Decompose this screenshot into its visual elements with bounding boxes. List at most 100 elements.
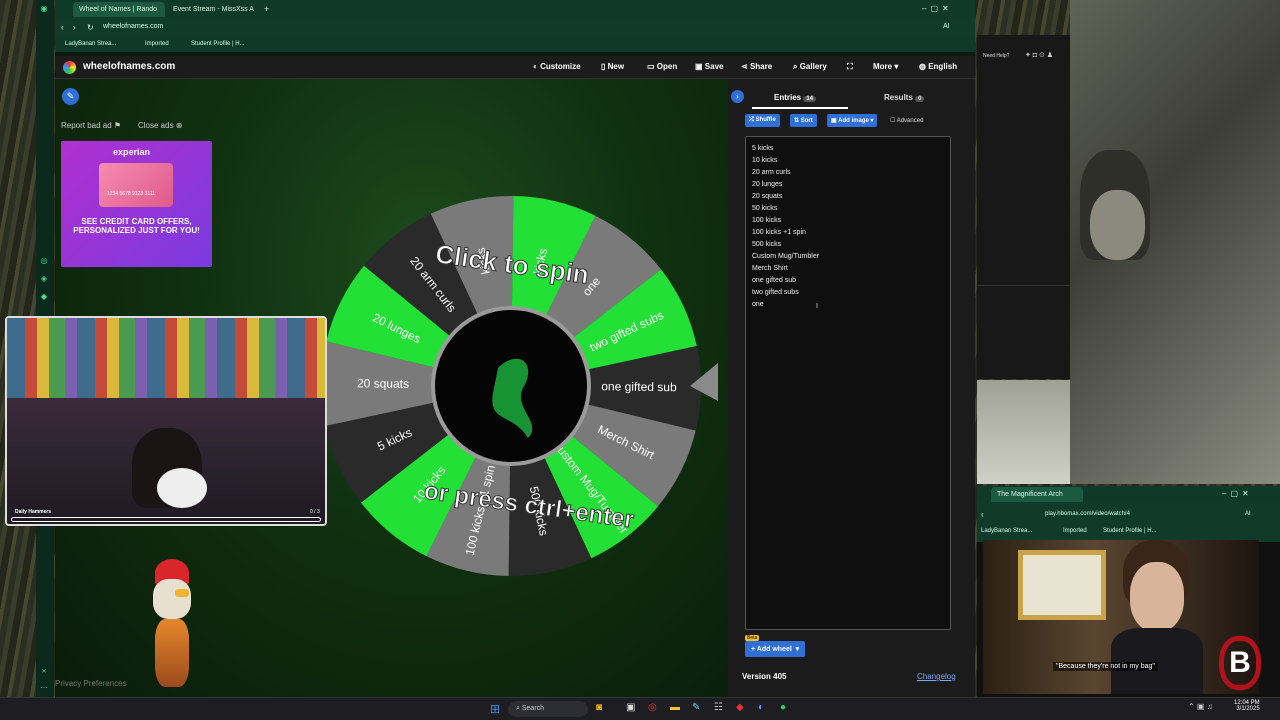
window-controls[interactable]: –▢✕ — [1222, 489, 1253, 498]
add-wheel-button[interactable]: + Add wheel ▾ — [745, 641, 806, 657]
add-image-button[interactable]: ▣ Add image ▾ — [827, 114, 878, 127]
chat-app-icon[interactable]: ◐ — [758, 702, 764, 713]
ai-button[interactable]: AI — [943, 23, 950, 30]
site-logo[interactable]: wheelofnames.com — [83, 61, 175, 72]
hbo-url-field[interactable]: play.hbomax.com/video/watch/4 — [1045, 511, 1130, 517]
actor-suit-image — [1111, 628, 1203, 694]
folder-icon[interactable]: ▬ — [670, 702, 680, 713]
spin-wheel[interactable]: kicks kicksonetwo gifted subsone gifted s… — [318, 183, 723, 588]
rooster-image — [145, 559, 205, 687]
entry-line[interactable]: Custom Mug/Tumbler — [752, 253, 819, 260]
webcam-overlay: Daily Hammers 0 / 3 — [5, 316, 327, 526]
window-controls[interactable]: –▢✕ — [919, 2, 969, 17]
open-button[interactable]: ▭ Open — [647, 62, 677, 71]
tab-wheel[interactable]: Wheel of Names | Rando — [73, 2, 165, 17]
text-cursor-icon: I — [816, 303, 818, 310]
daily-progress-bar — [11, 517, 321, 522]
new-button[interactable]: ▯ New — [601, 62, 624, 71]
app-icon[interactable]: ⋯ — [38, 683, 50, 692]
bookmark[interactable]: LadyBanan Strea... — [65, 41, 116, 47]
taskbar-search[interactable]: ⌕ Search — [508, 701, 588, 717]
sort-button[interactable]: ⇅ Sort — [790, 114, 817, 127]
need-help-link[interactable]: Need Help? — [983, 53, 1009, 59]
edit-icon[interactable]: ✎ — [62, 88, 79, 105]
browser-app-icon[interactable]: ◎ — [648, 702, 657, 713]
app-icon[interactable]: ◎ — [38, 256, 50, 265]
bookmark[interactable]: Student Profile | H... — [191, 41, 245, 47]
forward-icon[interactable]: › — [73, 23, 76, 32]
wheel-segment-label: one gifted sub — [601, 379, 677, 394]
back-icon[interactable]: ‹ — [981, 510, 984, 519]
app-icon[interactable]: ◆ — [38, 292, 50, 301]
report-ad-link[interactable]: Report bad ad ⚑ — [61, 121, 121, 130]
collapse-panel-icon[interactable]: › — [731, 90, 744, 103]
ai-button[interactable]: AI — [1245, 511, 1251, 517]
hbo-window: The Magnificent Arch –▢✕ ‹ play.hbomax.c… — [977, 486, 1280, 697]
bookmark[interactable]: LadyBanan Strea... — [981, 528, 1032, 534]
backpack-wall-image — [7, 318, 325, 398]
app-icon[interactable]: ◈ — [38, 274, 50, 283]
changelog-link[interactable]: Changelog — [917, 672, 956, 681]
task-view-icon[interactable]: ▣ — [626, 702, 635, 713]
entry-line[interactable]: Merch Shirt — [752, 265, 788, 272]
entry-line[interactable]: 100 kicks +1 spin — [752, 229, 806, 236]
pen-app-icon[interactable]: ✎ — [692, 702, 700, 713]
entry-line[interactable]: 500 kicks — [752, 241, 781, 248]
customize-button[interactable]: ◐ Customize — [533, 62, 581, 71]
tab-entries[interactable]: Entries 14 — [774, 93, 817, 102]
shuffle-button[interactable]: ⤮ Shuffle — [745, 114, 780, 127]
entry-line[interactable]: 10 kicks — [752, 157, 777, 164]
tab-hbo[interactable]: The Magnificent Arch — [991, 487, 1083, 502]
spotify-icon[interactable]: ● — [780, 702, 786, 713]
advanced-checkbox[interactable]: ☐ Advanced — [890, 117, 923, 124]
tray-icons[interactable]: ⌃ ▣ ♫ — [1188, 702, 1213, 711]
share-button[interactable]: ⋖ Share — [741, 62, 772, 71]
address-bar: ‹ › ↻ wheelofnames.com AI — [55, 18, 975, 38]
bookmark[interactable]: Imported — [145, 41, 169, 47]
ad-brand: experian — [113, 147, 151, 157]
back-icon[interactable]: ‹ — [61, 23, 64, 32]
new-tab-button[interactable]: + — [261, 2, 275, 17]
close-ads-link[interactable]: Close ads ⊗ — [138, 121, 183, 130]
more-menu[interactable]: More ▾ — [873, 62, 898, 71]
privacy-link[interactable]: Privacy Preferences — [55, 679, 127, 688]
hbo-tab-bar: The Magnificent Arch –▢✕ — [977, 486, 1280, 502]
taskbar-app-icon[interactable]: ◙ — [596, 702, 602, 713]
url-field[interactable]: wheelofnames.com — [103, 23, 163, 30]
gallery-button[interactable]: ⌕ Gallery — [793, 62, 827, 72]
obs-app-icon[interactable]: ◆ — [736, 702, 744, 713]
entries-textarea[interactable]: 5 kicks 10 kicks 20 arm curls 20 lunges 20 s… — [745, 136, 951, 630]
toolbar-icons[interactable]: ✦ ◘ ⊙ ♟ — [1025, 51, 1053, 59]
video-player[interactable]: "Because they're not in my bag" — [983, 540, 1259, 694]
app-icon[interactable]: ✕ — [38, 668, 50, 675]
hbo-address-bar: ‹ play.hbomax.com/video/watch/4 AI LadyB… — [977, 502, 1280, 542]
fullscreen-icon[interactable]: ⛶ — [847, 62, 853, 72]
entry-line[interactable]: 20 lunges — [752, 181, 782, 188]
active-tab-indicator — [752, 107, 848, 109]
entry-line[interactable]: 20 squats — [752, 193, 782, 200]
bookmark[interactable]: Imported — [1063, 528, 1087, 534]
entry-line[interactable]: two gifted subs — [752, 289, 799, 296]
entry-line[interactable]: 100 kicks — [752, 217, 781, 224]
tab-event-stream[interactable]: Event Stream - MissXss A — [167, 2, 259, 17]
start-icon[interactable]: ⊞ — [490, 702, 500, 716]
wheel-segment-label: 20 squats — [357, 376, 409, 391]
side-window: Need Help? ✦ ◘ ⊙ ♟ — [977, 35, 1070, 379]
entry-line[interactable]: 5 kicks — [752, 145, 773, 152]
bookmark[interactable]: Student Profile | H... — [1103, 528, 1157, 534]
entry-line[interactable]: one gifted sub — [752, 277, 796, 284]
clock[interactable]: 12:04 PM 3/1/2025 — [1234, 700, 1260, 712]
language-menu[interactable]: ◍ English — [919, 62, 957, 71]
credit-card-image: 1234 5678 9123 3111 — [99, 163, 173, 207]
save-button[interactable]: ▣ Save — [695, 62, 723, 71]
reload-icon[interactable]: ↻ — [87, 23, 94, 32]
entry-line[interactable]: 50 kicks — [752, 205, 777, 212]
tab-bar: Wheel of Names | Rando Event Stream - Mi… — [55, 0, 975, 18]
app-icon[interactable]: ◉ — [38, 4, 50, 13]
bookmarks-bar: LadyBanan Strea... Imported Student Prof… — [55, 38, 975, 52]
ad-banner[interactable]: experian 1234 5678 9123 3111 SEE CREDIT … — [61, 141, 212, 267]
entry-line[interactable]: one — [752, 301, 764, 308]
tab-results[interactable]: Results 0 — [884, 93, 925, 102]
entry-line[interactable]: 20 arm curls — [752, 169, 791, 176]
tools-app-icon[interactable]: ☷ — [714, 702, 723, 713]
